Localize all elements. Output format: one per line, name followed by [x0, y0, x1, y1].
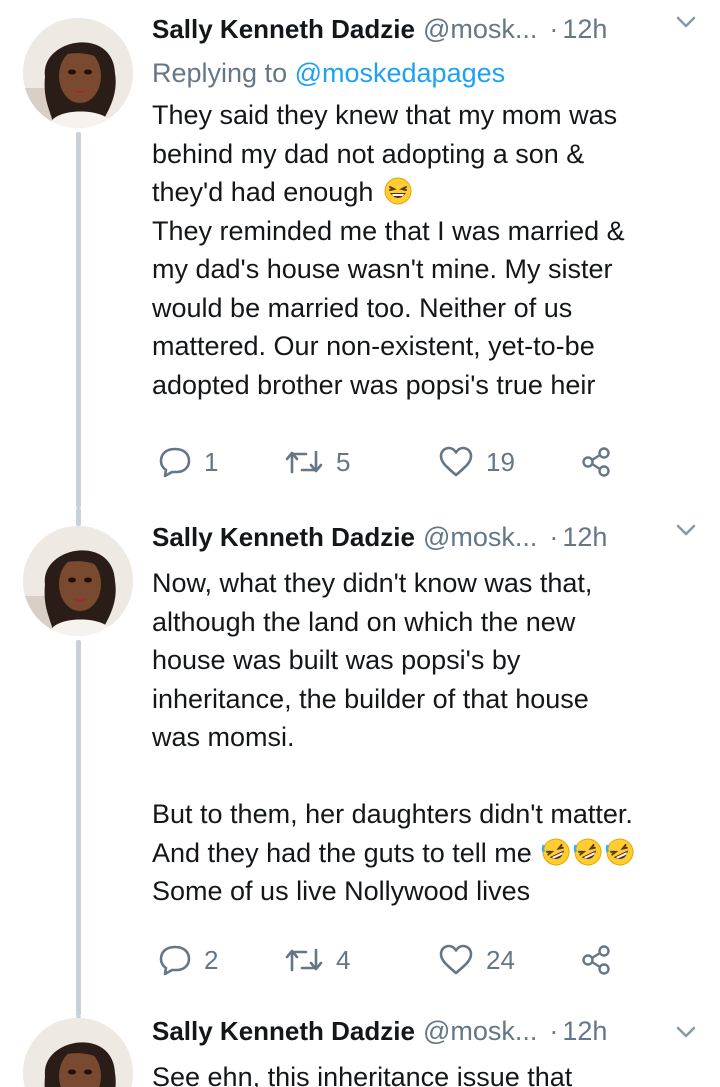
tweet-header: Sally Kenneth Dadzie @mosk... · 12h	[152, 522, 700, 562]
tweet-line: behind my dad not adopting a son &	[152, 138, 585, 169]
tweet-line-with-emoji: And they had the guts to tell me	[152, 834, 700, 873]
tweet-header: Sally Kenneth Dadzie @mosk... · 12h	[152, 14, 700, 54]
timestamp[interactable]: 12h	[562, 1016, 607, 1047]
retweet-button[interactable]: 4	[284, 940, 350, 980]
author-handle[interactable]: @mosk...	[423, 14, 537, 45]
rolling-on-floor-laughing-icon	[573, 837, 603, 867]
tweet-line: house was built was popsi's by	[152, 645, 521, 675]
tweet[interactable]: Sally Kenneth Dadzie @mosk... · 12h Now,…	[0, 508, 720, 1016]
replying-to-handle[interactable]: @moskedapages	[295, 58, 506, 88]
retweet-button[interactable]: 5	[284, 442, 350, 482]
tweet-text: They said they knew that my mom was behi…	[152, 96, 700, 404]
share-icon	[580, 944, 612, 976]
avatar[interactable]	[23, 1018, 133, 1087]
tweet-line: But to them, her daughters didn't matter…	[152, 799, 633, 829]
tweet-line: they'd had enough	[152, 177, 374, 207]
reply-button[interactable]: 1	[158, 442, 218, 482]
thread-line	[76, 640, 81, 1016]
author-handle[interactable]: @mosk...	[423, 1016, 537, 1047]
share-icon	[580, 446, 612, 478]
chevron-down-icon[interactable]	[674, 518, 698, 542]
tweet-line: They said they knew that my mom was	[152, 100, 618, 130]
tweet-line: would be married too. Neither of us	[152, 292, 573, 323]
author-name[interactable]: Sally Kenneth Dadzie	[152, 14, 415, 45]
separator-dot: ·	[549, 14, 559, 44]
retweet-count: 5	[336, 446, 351, 477]
timestamp[interactable]: 12h	[562, 14, 607, 45]
author-handle[interactable]: @mosk...	[423, 522, 537, 553]
tweet-line: See ehn, this inheritance issue that	[152, 1062, 573, 1087]
tweet-line-with-emoji: they'd had enough	[152, 173, 700, 212]
reply-button[interactable]: 2	[158, 940, 218, 980]
thread-line	[76, 508, 81, 526]
tweet-thread: Sally Kenneth Dadzie @mosk... · 12h Repl…	[0, 0, 720, 1087]
avatar-photo	[23, 526, 133, 636]
like-button[interactable]: 24	[438, 940, 515, 980]
tweet-header: Sally Kenneth Dadzie @mosk... · 12h	[152, 1016, 700, 1056]
reply-count: 2	[204, 944, 219, 975]
tweet-line: mattered. Our non-existent, yet-to-be	[152, 331, 595, 361]
like-button[interactable]: 19	[438, 442, 515, 482]
chevron-down-icon[interactable]	[674, 10, 698, 34]
avatar-photo	[23, 18, 133, 128]
tweet-line: And they had the guts to tell me	[152, 837, 532, 868]
share-button[interactable]	[580, 442, 612, 482]
heart-icon	[438, 944, 474, 976]
chevron-down-icon[interactable]	[674, 1020, 698, 1044]
replying-to: Replying to @moskedapages	[152, 58, 700, 98]
separator-dot: ·	[549, 522, 559, 552]
avatar[interactable]	[23, 18, 133, 128]
replying-to-label: Replying to	[152, 58, 295, 88]
tweet-line: adopted brother was popsi's true heir	[152, 369, 596, 400]
retweet-icon	[284, 945, 324, 975]
tweet[interactable]: Sally Kenneth Dadzie @mosk... · 12h See …	[0, 1016, 720, 1087]
tweet-line: They reminded me that I was married &	[152, 215, 625, 246]
thread-line	[76, 132, 81, 508]
heart-icon	[438, 446, 474, 478]
tweet-line: my dad's house wasn't mine. My sister	[152, 254, 613, 284]
tweet-text: See ehn, this inheritance issue that	[152, 1058, 700, 1087]
tweet-line: although the land on which the new	[152, 606, 576, 637]
tweet-text: Now, what they didn't know was that, alt…	[152, 564, 700, 911]
author-name[interactable]: Sally Kenneth Dadzie	[152, 1016, 415, 1047]
avatar-photo	[23, 1018, 133, 1087]
like-count: 24	[486, 944, 515, 975]
tweet-line: was momsi.	[152, 722, 295, 752]
retweet-count: 4	[336, 944, 351, 975]
reply-icon	[158, 943, 192, 977]
share-button[interactable]	[580, 940, 612, 980]
author-name[interactable]: Sally Kenneth Dadzie	[152, 522, 415, 553]
tweet-line: inheritance, the builder of that house	[152, 683, 589, 714]
rolling-on-floor-laughing-icon	[605, 837, 635, 867]
tweet[interactable]: Sally Kenneth Dadzie @mosk... · 12h Repl…	[0, 0, 720, 508]
like-count: 19	[486, 446, 515, 477]
reply-count: 1	[204, 446, 219, 477]
reply-icon	[158, 445, 192, 479]
separator-dot: ·	[549, 1016, 559, 1046]
timestamp[interactable]: 12h	[562, 522, 607, 553]
avatar[interactable]	[23, 526, 133, 636]
tweet-line: Some of us live Nollywood lives	[152, 876, 531, 906]
grinning-squinting-face-icon	[383, 176, 413, 206]
tweet-line: Now, what they didn't know was that,	[152, 568, 593, 598]
rolling-on-floor-laughing-icon	[541, 837, 571, 867]
retweet-icon	[284, 447, 324, 477]
